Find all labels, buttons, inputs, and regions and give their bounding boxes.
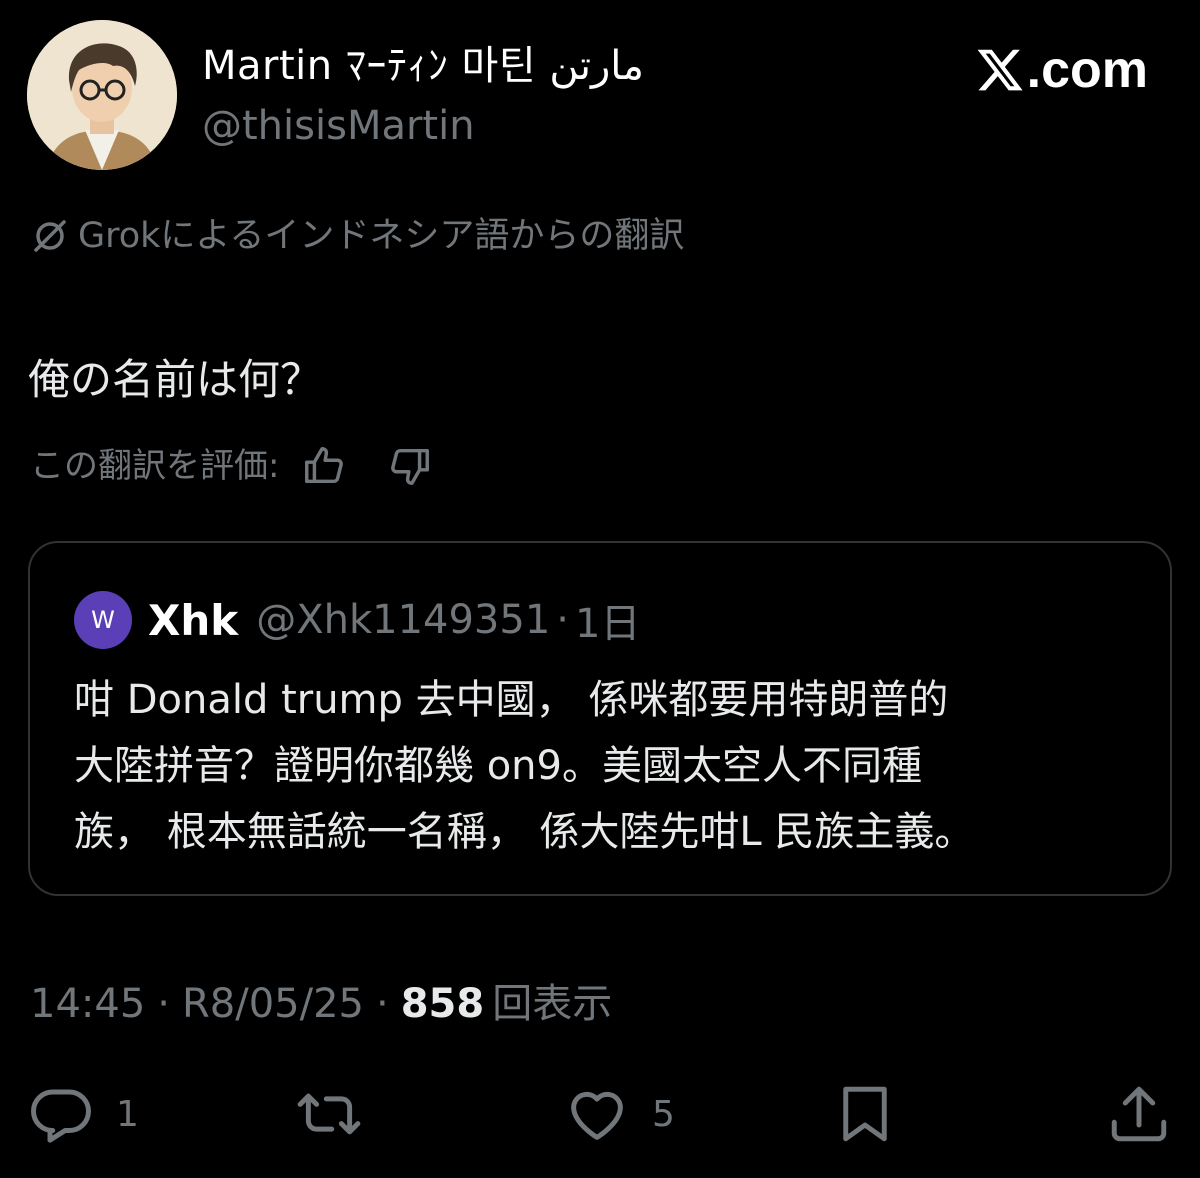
- quoted-timestamp[interactable]: 1日: [575, 591, 640, 649]
- quoted-text-line: 咁 Donald trump 去中國， 係咪都要用特朗普的: [74, 677, 949, 723]
- thumbs-down-icon[interactable]: [387, 443, 433, 489]
- quoted-text-line: 族， 根本無話統一名稱， 係大陸先咁L 民族主義。: [74, 809, 975, 855]
- avatar-illustration: [27, 20, 177, 170]
- translation-note-label: Grokによるインドネシア語からの翻訳: [78, 216, 685, 256]
- post-date[interactable]: R8/05/25: [182, 976, 364, 1032]
- quoted-tweet[interactable]: W Xhk @Xhk1149351 · 1日 咁 Donald trump 去中…: [28, 541, 1172, 896]
- quoted-author-name[interactable]: Xhk: [148, 596, 238, 645]
- x-logo-icon: [977, 49, 1023, 91]
- quoted-text-line: 大陸拼音？證明你都幾 on9。美國太空人不同種: [74, 743, 922, 789]
- brand-watermark: .com: [975, 38, 1148, 102]
- bookmark-button[interactable]: [832, 1078, 898, 1150]
- post-time[interactable]: 14:45: [30, 976, 145, 1032]
- post-text: 俺の名前は何？: [28, 355, 323, 404]
- translation-rating: この翻訳を評価:: [30, 440, 433, 492]
- share-button[interactable]: [1106, 1078, 1172, 1150]
- post-meta: 14:45 · R8/05/25 · 858 回表示: [30, 976, 612, 1032]
- rating-label: この翻訳を評価:: [30, 446, 280, 486]
- reply-count: 1: [116, 1093, 139, 1135]
- tweet-detail: Martin ﾏｰﾃｨﾝ 마틴 مارتن @thisisMartin .com…: [0, 0, 1200, 1178]
- action-bar: 1 5: [0, 1078, 1200, 1150]
- grok-icon: [34, 220, 66, 252]
- brand-text: .com: [1026, 41, 1148, 99]
- meta-separator: ·: [157, 981, 170, 1027]
- author-avatar[interactable]: [27, 20, 177, 170]
- translation-note[interactable]: Grokによるインドネシア語からの翻訳: [30, 210, 684, 262]
- thumbs-up-icon[interactable]: [301, 443, 347, 489]
- quoted-avatar-letter: W: [91, 606, 115, 634]
- like-button[interactable]: 5: [564, 1078, 675, 1150]
- reply-icon: [31, 1089, 91, 1143]
- author-display-name[interactable]: Martin ﾏｰﾃｨﾝ 마틴 مارتن: [202, 38, 644, 94]
- views-label: 回表示: [492, 981, 613, 1027]
- heart-icon: [571, 1091, 623, 1140]
- quoted-author-avatar[interactable]: W: [74, 591, 132, 649]
- author-handle[interactable]: @thisisMartin: [202, 100, 475, 152]
- quoted-author-handle[interactable]: @Xhk1149351: [256, 597, 550, 643]
- share-icon: [1111, 1086, 1167, 1142]
- quoted-tweet-header: W Xhk @Xhk1149351 · 1日: [74, 591, 640, 649]
- repost-button[interactable]: [296, 1078, 362, 1150]
- repost-icon: [297, 1093, 361, 1135]
- views-count[interactable]: 858: [401, 976, 485, 1032]
- quoted-tweet-text: 咁 Donald trump 去中國， 係咪都要用特朗普的 大陸拼音？證明你都幾…: [74, 667, 1134, 865]
- reply-button[interactable]: 1: [28, 1078, 139, 1150]
- like-count: 5: [652, 1093, 675, 1135]
- meta-separator: ·: [376, 981, 389, 1027]
- quoted-separator: ·: [556, 597, 569, 643]
- bookmark-icon: [843, 1086, 887, 1142]
